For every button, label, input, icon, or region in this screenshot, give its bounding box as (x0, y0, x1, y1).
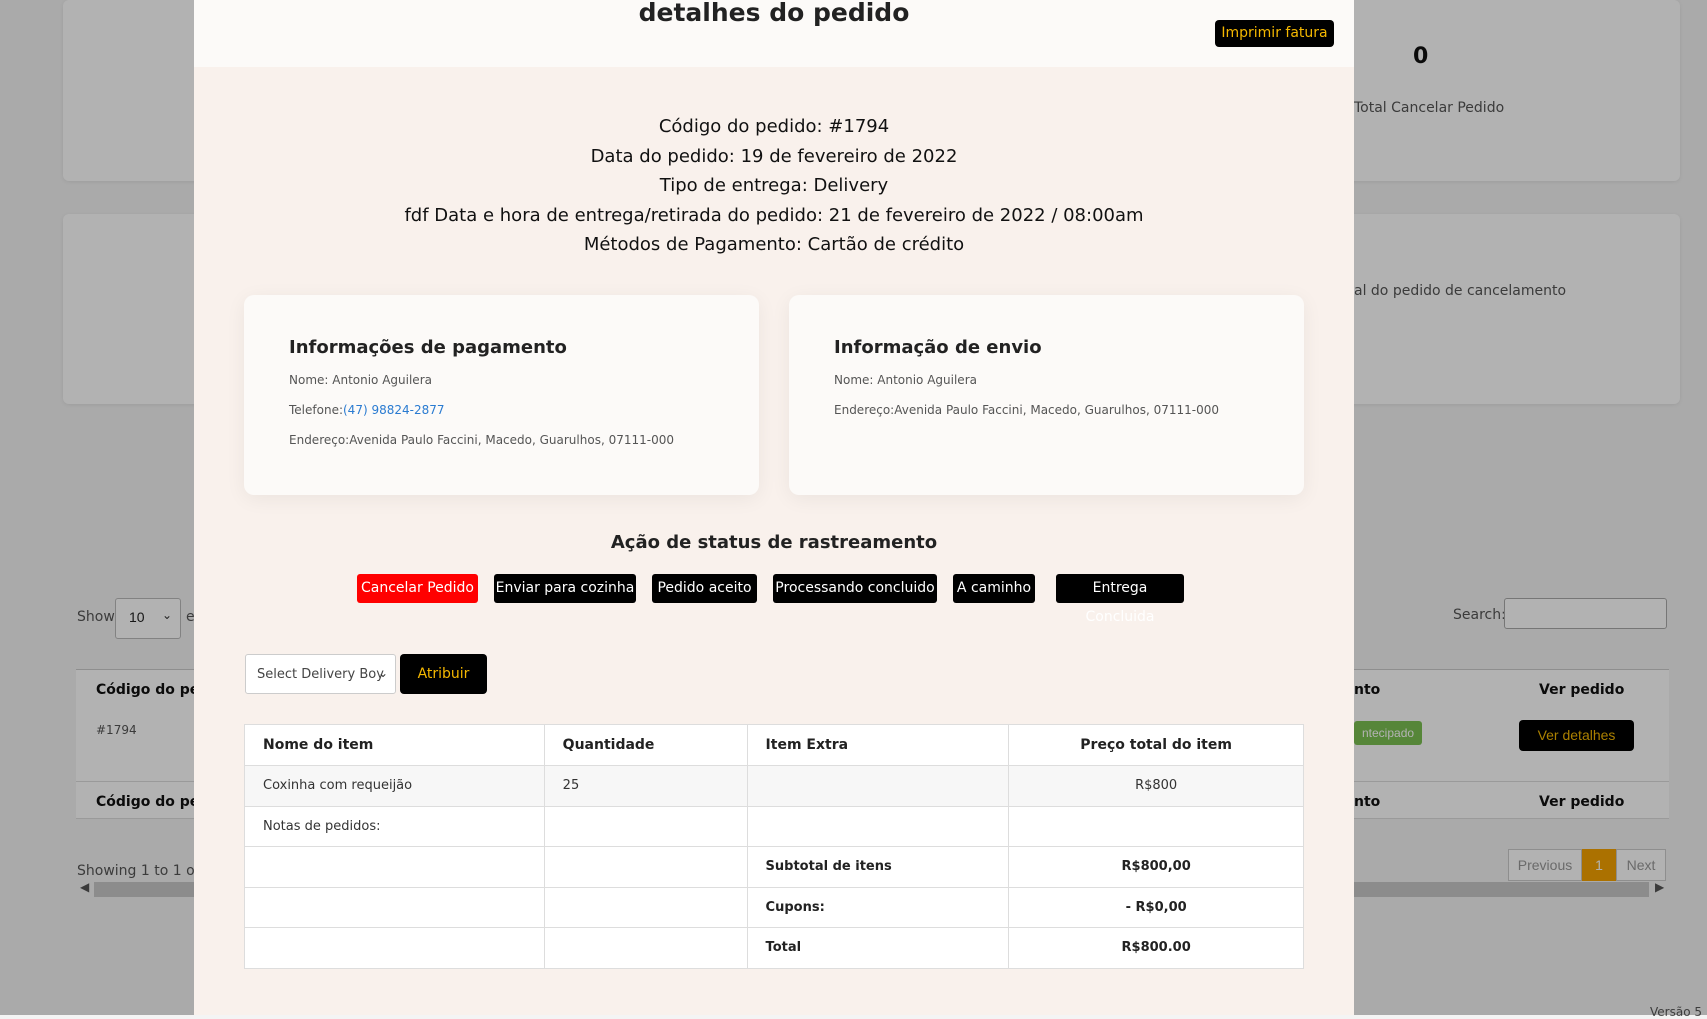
item-name: Coxinha com requeijão (244, 765, 545, 807)
order-code: Código do pedido: #1794 (658, 116, 890, 137)
shipping-info-card: Informação de envio Nome: Antonio Aguile… (789, 295, 1304, 495)
modal-title: detalhes do pedido (638, 0, 910, 27)
item-extra (746, 765, 1010, 807)
delivery-type: Tipo de entrega: Delivery (659, 175, 889, 196)
shipping-address: Endereço:Avenida Paulo Faccini, Macedo, … (834, 403, 1219, 417)
processing-done-button[interactable]: Processando concluido (773, 574, 937, 603)
table-header-row: Nome do item Quantidade Item Extra Preço… (244, 724, 1304, 766)
subtotal-value: R$800,00 (1008, 846, 1304, 888)
phone-link[interactable]: (47) 98824-2877 (343, 403, 445, 417)
payment-phone-row: Telefone:(47) 98824-2877 (289, 403, 445, 417)
chevron-down-icon: ⌄ (377, 666, 388, 680)
col-item-extra: Item Extra (746, 724, 1010, 766)
shipping-info-title: Informação de envio (834, 337, 1042, 358)
payment-name: Nome: Antonio Aguilera (289, 373, 432, 387)
total-row: Total R$800.00 (244, 927, 1304, 969)
order-items-table: Nome do item Quantidade Item Extra Preço… (244, 724, 1304, 969)
shipping-name: Nome: Antonio Aguilera (834, 373, 977, 387)
subtotal-row: Subtotal de itens R$800,00 (244, 846, 1304, 888)
send-to-kitchen-button[interactable]: Enviar para cozinha (494, 574, 636, 603)
on-the-way-button[interactable]: A caminho (953, 574, 1035, 603)
total-value: R$800.00 (1008, 927, 1304, 969)
col-item-name: Nome do item (244, 724, 545, 766)
delivery-boy-select-value: Select Delivery Boy (257, 667, 384, 682)
assign-button[interactable]: Atribuir (400, 654, 487, 694)
item-qty: 25 (543, 765, 748, 807)
order-accepted-button[interactable]: Pedido aceito (652, 574, 757, 603)
table-row: Coxinha com requeijão 25 R$800 (244, 765, 1304, 807)
notes-label: Notas de pedidos: (244, 805, 545, 847)
total-label: Total (746, 927, 1010, 969)
delivery-datetime: fdf Data e hora de entrega/retirada do p… (404, 204, 1144, 226)
cancel-order-button[interactable]: Cancelar Pedido (357, 574, 478, 603)
payment-info-card: Informações de pagamento Nome: Antonio A… (244, 295, 759, 495)
order-date: Data do pedido: 19 de fevereiro de 2022 (590, 145, 958, 167)
print-invoice-button[interactable]: Imprimir fatura (1215, 20, 1334, 47)
coupon-label: Cupons: (746, 886, 1010, 928)
phone-label: Telefone: (289, 403, 343, 417)
item-price: R$800 (1008, 765, 1304, 807)
col-quantity: Quantidade (543, 724, 748, 766)
subtotal-label: Subtotal de itens (746, 846, 1010, 888)
status-section-title: Ação de status de rastreamento (610, 532, 938, 553)
delivery-boy-select[interactable]: Select Delivery Boy ⌄ (245, 654, 396, 694)
payment-info-title: Informações de pagamento (289, 337, 567, 358)
delivery-done-button[interactable]: Entrega Concluida (1056, 574, 1184, 625)
modal-header: detalhes do pedido Imprimir fatura (194, 0, 1354, 67)
col-total-price: Preço total do item (1008, 724, 1304, 766)
notes-row: Notas de pedidos: (244, 805, 1304, 847)
payment-address: Endereço:Avenida Paulo Faccini, Macedo, … (289, 433, 674, 447)
coupon-row: Cupons: - R$0,00 (244, 886, 1304, 928)
order-summary: Código do pedido: #1794 Data do pedido: … (194, 112, 1354, 260)
coupon-value: - R$0,00 (1008, 886, 1304, 928)
order-details-modal: detalhes do pedido Imprimir fatura Códig… (194, 0, 1354, 1015)
payment-method: Métodos de Pagamento: Cartão de crédito (583, 234, 965, 255)
